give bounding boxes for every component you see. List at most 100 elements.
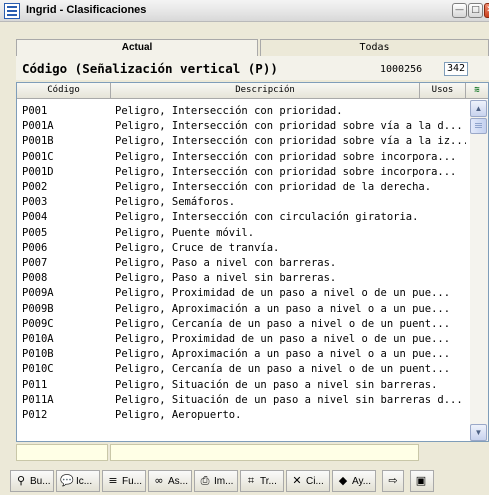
printer-icon: ⎙ bbox=[200, 474, 210, 487]
row-description: Peligro, Aproximación a un paso a nivel … bbox=[115, 348, 451, 361]
row-code: P001D bbox=[22, 165, 54, 178]
column-header-codigo[interactable]: Código bbox=[17, 83, 111, 98]
table-row[interactable]: P001C Peligro, Intersección con prioridad… bbox=[17, 151, 466, 166]
table-row[interactable]: P010B Peligro, Aproximación a un paso a n… bbox=[17, 348, 466, 363]
app-icon bbox=[4, 3, 20, 19]
toolbar-button-printer[interactable]: ⎙ Im... bbox=[194, 470, 238, 492]
scroll-up-button[interactable]: ▲ bbox=[470, 100, 487, 117]
toolbar-button-close-x[interactable]: ✕ Ci... bbox=[286, 470, 330, 492]
function-icon: ≡ bbox=[108, 474, 118, 487]
row-description: Peligro, Cercanía de un paso a nivel o d… bbox=[115, 317, 451, 330]
tab-bar: Actual Todas bbox=[16, 39, 489, 56]
table-row[interactable]: P007 Peligro, Paso a nivel con barreras. bbox=[17, 257, 466, 272]
column-header-usos[interactable]: Usos bbox=[420, 83, 466, 98]
row-code: P006 bbox=[22, 241, 48, 254]
row-description: Peligro, Intersección con prioridad. bbox=[115, 105, 343, 117]
column-header-descripcion[interactable]: Descripción bbox=[111, 83, 420, 98]
row-code: P001C bbox=[22, 150, 54, 163]
heading-title: Código (Señalización vertical (P)) bbox=[22, 61, 278, 76]
extra-icon: ▣ bbox=[415, 474, 427, 487]
row-description: Peligro, Intersección con prioridad sobr… bbox=[115, 165, 457, 178]
clasificaciones-window: Ingrid - Clasificaciones — □ ✕ Actual To… bbox=[0, 0, 489, 495]
table-row[interactable]: P003 Peligro, Semáforos. bbox=[17, 196, 466, 211]
table-row[interactable]: P011 Peligro, Situación de un paso a nive… bbox=[17, 379, 466, 394]
table-row[interactable]: P001D Peligro, Intersección con prioridad… bbox=[17, 166, 466, 181]
heading-total-box: 342 bbox=[444, 62, 468, 76]
tree-icon: ⌗ bbox=[247, 474, 255, 487]
row-description: Peligro, Aeropuerto. bbox=[115, 409, 242, 421]
table-row[interactable]: P009A Peligro, Proximidad de un paso a ni… bbox=[17, 287, 466, 302]
close-button[interactable]: ✕ bbox=[484, 3, 489, 18]
toolbar-button-help[interactable]: ◆ Ay... bbox=[332, 470, 376, 492]
row-code: P010B bbox=[22, 348, 54, 361]
table-row[interactable]: P001B Peligro, Intersección con prioridad… bbox=[17, 135, 466, 150]
toolbar-button-speech-bubble[interactable]: 💬 Ic... bbox=[56, 470, 100, 492]
row-description: Peligro, Intersección con circulación gi… bbox=[115, 211, 419, 224]
row-description: Peligro, Cercanía de un paso a nivel o d… bbox=[115, 363, 451, 376]
action-toolbar: ⚲ Bu... 💬 Ic... ≡ Fu... ∞ As... ⎙ Im... ⌗ Tr... ✕ Ci.… bbox=[10, 470, 489, 495]
row-code: P009C bbox=[22, 317, 54, 330]
code-filter-input[interactable] bbox=[16, 444, 108, 461]
row-code: P008 bbox=[22, 272, 48, 285]
table-row[interactable]: P001A Peligro, Intersección con prioridad… bbox=[17, 120, 466, 135]
row-code: P004 bbox=[22, 211, 48, 224]
row-description: Peligro, Semáforos. bbox=[115, 196, 236, 209]
column-options-icon[interactable]: ≋ bbox=[466, 83, 488, 98]
table-row[interactable]: P005 Peligro, Puente móvil. bbox=[17, 227, 466, 242]
maximize-button[interactable]: □ bbox=[468, 3, 483, 18]
row-code: P010A bbox=[22, 333, 54, 345]
table-row[interactable]: P002 Peligro, Intersección con prioridad … bbox=[17, 181, 466, 196]
tab-actual[interactable]: Actual bbox=[16, 39, 258, 56]
row-code: P001A bbox=[22, 120, 54, 133]
window-title: Ingrid - Clasificaciones bbox=[26, 4, 147, 16]
table-row[interactable]: P012 Peligro, Aeropuerto. bbox=[17, 409, 466, 424]
toolbar-button-function[interactable]: ≡ Fu... bbox=[102, 470, 146, 492]
link-icon: ∞ bbox=[154, 474, 164, 487]
description-filter-input[interactable] bbox=[110, 444, 419, 461]
toolbar-button-extra[interactable]: ▣ bbox=[410, 470, 434, 492]
table-row[interactable]: P008 Peligro, Paso a nivel sin barreras. bbox=[17, 272, 466, 287]
tab-todas[interactable]: Todas bbox=[260, 39, 489, 56]
speech-bubble-icon: 💬 bbox=[60, 474, 74, 487]
table-row[interactable]: P010A Peligro, Proximidad de un paso a ni… bbox=[17, 333, 466, 348]
row-code: P010C bbox=[22, 363, 54, 376]
close-x-icon: ✕ bbox=[292, 474, 302, 487]
scroll-thumb[interactable] bbox=[470, 118, 487, 134]
table-row[interactable]: P006 Peligro, Cruce de tranvía. bbox=[17, 242, 466, 257]
scroll-down-button[interactable]: ▼ bbox=[470, 424, 487, 441]
toolbar-button-label: As... bbox=[168, 476, 189, 487]
toolbar-button-label: Ay... bbox=[352, 476, 372, 487]
filter-inputs bbox=[16, 444, 489, 462]
binoculars-icon: ⚲ bbox=[16, 474, 26, 487]
toolbar-button-link[interactable]: ∞ As... bbox=[148, 470, 192, 492]
heading-count: 1000256 bbox=[380, 64, 423, 75]
row-code: P009B bbox=[22, 302, 54, 315]
row-code: P001 bbox=[22, 105, 48, 117]
table-row[interactable]: P009C Peligro, Cercanía de un paso a nive… bbox=[17, 318, 466, 333]
vertical-scrollbar[interactable]: ▲ ▼ bbox=[470, 100, 488, 441]
row-description: Peligro, Proximidad de un paso a nivel o… bbox=[115, 287, 451, 300]
table-row[interactable]: P004 Peligro, Intersección con circulació… bbox=[17, 211, 466, 226]
table-row[interactable]: P009B Peligro, Aproximación a un paso a n… bbox=[17, 303, 466, 318]
minimize-button[interactable]: — bbox=[452, 3, 467, 18]
toolbar-button-binoculars[interactable]: ⚲ Bu... bbox=[10, 470, 54, 492]
row-description: Peligro, Aproximación a un paso a nivel … bbox=[115, 302, 451, 315]
title-bar[interactable]: Ingrid - Clasificaciones — □ ✕ bbox=[0, 0, 489, 22]
toolbar-button-label: Im... bbox=[214, 476, 234, 487]
toolbar-button-label: Ic... bbox=[76, 476, 93, 487]
toolbar-button-label: Ci... bbox=[306, 476, 324, 487]
row-description: Peligro, Paso a nivel con barreras. bbox=[115, 257, 337, 269]
row-description: Peligro, Cruce de tranvía. bbox=[115, 241, 280, 254]
row-code: P002 bbox=[22, 181, 48, 193]
row-code: P007 bbox=[22, 257, 48, 269]
table-row[interactable]: P001 Peligro, Intersección con prioridad. bbox=[17, 105, 466, 120]
row-description: Peligro, Proximidad de un paso a nivel o… bbox=[115, 333, 451, 345]
table-row[interactable]: P010C Peligro, Cercanía de un paso a nive… bbox=[17, 363, 466, 378]
row-code: P011A bbox=[22, 393, 54, 406]
toolbar-button-export[interactable]: ⇨ bbox=[382, 470, 404, 492]
row-description: Peligro, Situación de un paso a nivel si… bbox=[115, 378, 438, 391]
classification-heading: Código (Señalización vertical (P)) 10002… bbox=[16, 56, 489, 80]
table-row[interactable]: P011A Peligro, Situación de un paso a niv… bbox=[17, 394, 466, 409]
codes-list: Código Descripción Usos ≋ P001 Peligro, I… bbox=[16, 82, 489, 442]
toolbar-button-tree[interactable]: ⌗ Tr... bbox=[240, 470, 284, 492]
